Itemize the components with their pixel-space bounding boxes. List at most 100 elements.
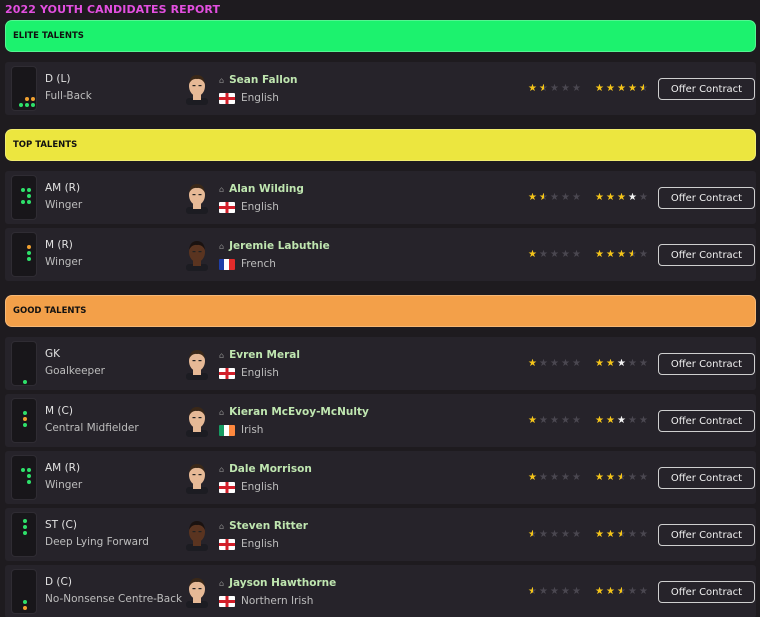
star-icon: ★★ xyxy=(606,472,615,483)
position-dot xyxy=(27,200,31,204)
star-icon: ★★ xyxy=(561,415,570,426)
position-dot xyxy=(23,411,27,415)
player-avatar[interactable] xyxy=(183,518,211,551)
flag-icon xyxy=(219,92,235,104)
star-icon: ★★ xyxy=(528,472,537,483)
star-icon: ★★ xyxy=(617,529,626,540)
player-name-link[interactable]: ⌂ Steven Ritter xyxy=(219,520,308,532)
player-row[interactable]: D (L) Full-Back ⌂ Sean Fallon English ★ ★ ★ ★ ★ ★ ★… xyxy=(5,62,756,115)
player-name-link[interactable]: ⌂ Alan Wilding xyxy=(219,183,304,195)
star-icon: ★★ xyxy=(617,358,626,369)
star-icon: ★★ xyxy=(561,586,570,597)
player-name[interactable]: Alan Wilding xyxy=(229,183,304,195)
player-avatar[interactable] xyxy=(183,181,211,214)
player-name[interactable]: Kieran McEvoy-McNulty xyxy=(229,406,369,418)
position-dot xyxy=(21,200,25,204)
nationality-label: French xyxy=(241,258,276,270)
star-icon: ★★ xyxy=(595,192,604,203)
star-icon: ★★ xyxy=(539,192,548,203)
player-avatar[interactable] xyxy=(183,461,211,494)
player-row[interactable]: D (C) No-Nonsense Centre-Back ⌂ Jayson Hawt… xyxy=(5,565,756,617)
player-name[interactable]: Jayson Hawthorne xyxy=(229,577,336,589)
player-avatar[interactable] xyxy=(183,575,211,608)
player-name-link[interactable]: ⌂ Dale Morrison xyxy=(219,463,312,475)
player-name[interactable]: Sean Fallon xyxy=(229,74,297,86)
offer-contract-button[interactable]: Offer Contract xyxy=(658,410,755,432)
nationality-label: English xyxy=(241,481,279,493)
player-row[interactable]: AM (R) Winger ⌂ Dale Morrison English ★ ★ ★ ★ ★ ★ ★… xyxy=(5,451,756,504)
star-icon: ★★ xyxy=(539,83,548,94)
star-icon: ★★ xyxy=(539,472,548,483)
current-ability-stars: ★★★★★★★★★★ xyxy=(528,530,582,540)
current-ability-stars: ★★★★★★★★★★ xyxy=(528,84,582,94)
position-label: D (L) xyxy=(45,73,71,85)
star-icon: ★★ xyxy=(628,192,637,203)
star-icon: ★★ xyxy=(561,472,570,483)
player-avatar[interactable] xyxy=(183,72,211,105)
star-icon: ★★ xyxy=(528,358,537,369)
star-icon: ★★ xyxy=(606,192,615,203)
star-icon: ★★ xyxy=(606,529,615,540)
player-avatar[interactable] xyxy=(183,347,211,380)
position-dot xyxy=(25,97,29,101)
player-name[interactable]: Jeremie Labuthie xyxy=(229,240,330,252)
offer-contract-button[interactable]: Offer Contract xyxy=(658,78,755,100)
player-row[interactable]: GK Goalkeeper ⌂ Evren Meral English ★ ★ ★ ★ ★ ★ ★ ★ ★… xyxy=(5,337,756,390)
player-row[interactable]: M (C) Central Midfielder ⌂ Kieran McEvoy-Mc… xyxy=(5,394,756,447)
offer-contract-button[interactable]: Offer Contract xyxy=(658,581,755,603)
nationality: English xyxy=(219,92,279,104)
star-icon: ★★ xyxy=(561,192,570,203)
potential-ability-stars: ★★★★★★★★★★ xyxy=(595,84,649,94)
player-status-icon: ⌂ xyxy=(219,184,225,194)
player-name-link[interactable]: ⌂ Jeremie Labuthie xyxy=(219,240,330,252)
star-icon: ★★ xyxy=(550,472,559,483)
player-name-link[interactable]: ⌂ Jayson Hawthorne xyxy=(219,577,336,589)
star-icon: ★★ xyxy=(595,249,604,260)
star-icon: ★★ xyxy=(550,415,559,426)
position-dot xyxy=(27,480,31,484)
player-status-icon: ⌂ xyxy=(219,75,225,85)
player-avatar[interactable] xyxy=(183,404,211,437)
section-header-elite: ELITE TALENTS xyxy=(5,20,756,52)
offer-contract-button[interactable]: Offer Contract xyxy=(658,187,755,209)
section-header-good: GOOD TALENTS xyxy=(5,295,756,327)
potential-ability-stars: ★★★★★★★★★★ xyxy=(595,473,649,483)
position-dot xyxy=(27,188,31,192)
star-icon: ★★ xyxy=(628,529,637,540)
player-row[interactable]: ST (C) Deep Lying Forward ⌂ Steven Ritter En… xyxy=(5,508,756,561)
flag-icon xyxy=(219,595,235,607)
star-icon: ★★ xyxy=(550,358,559,369)
position-pitch-icon xyxy=(11,232,37,277)
position-dot xyxy=(21,188,25,192)
flag-icon xyxy=(219,424,235,436)
star-icon: ★★ xyxy=(639,415,648,426)
position-dot xyxy=(27,194,31,198)
offer-contract-button[interactable]: Offer Contract xyxy=(658,467,755,489)
star-icon: ★★ xyxy=(572,192,581,203)
role-label: Central Midfielder xyxy=(45,422,139,434)
player-row[interactable]: M (R) Winger ⌂ Jeremie Labuthie French ★ ★ ★ ★ ★ ★… xyxy=(5,228,756,281)
position-dot xyxy=(23,380,27,384)
player-avatar[interactable] xyxy=(183,238,211,271)
player-name-link[interactable]: ⌂ Sean Fallon xyxy=(219,74,298,86)
offer-contract-button[interactable]: Offer Contract xyxy=(658,353,755,375)
nationality: Irish xyxy=(219,424,263,436)
nationality: English xyxy=(219,367,279,379)
player-status-icon: ⌂ xyxy=(219,407,225,417)
star-icon: ★★ xyxy=(628,83,637,94)
star-icon: ★★ xyxy=(572,83,581,94)
star-icon: ★★ xyxy=(639,83,648,94)
player-name-link[interactable]: ⌂ Evren Meral xyxy=(219,349,300,361)
star-icon: ★★ xyxy=(639,586,648,597)
flag-icon xyxy=(219,367,235,379)
offer-contract-button[interactable]: Offer Contract xyxy=(658,244,755,266)
current-ability-stars: ★★★★★★★★★★ xyxy=(528,250,582,260)
star-icon: ★★ xyxy=(539,358,548,369)
player-name[interactable]: Dale Morrison xyxy=(229,463,312,475)
player-name-link[interactable]: ⌂ Kieran McEvoy-McNulty xyxy=(219,406,369,418)
offer-contract-button[interactable]: Offer Contract xyxy=(658,524,755,546)
player-name[interactable]: Steven Ritter xyxy=(229,520,308,532)
player-name[interactable]: Evren Meral xyxy=(229,349,300,361)
player-row[interactable]: AM (R) Winger ⌂ Alan Wilding English ★ ★ ★ ★ ★ ★ ★ ★… xyxy=(5,171,756,224)
star-icon: ★★ xyxy=(617,249,626,260)
